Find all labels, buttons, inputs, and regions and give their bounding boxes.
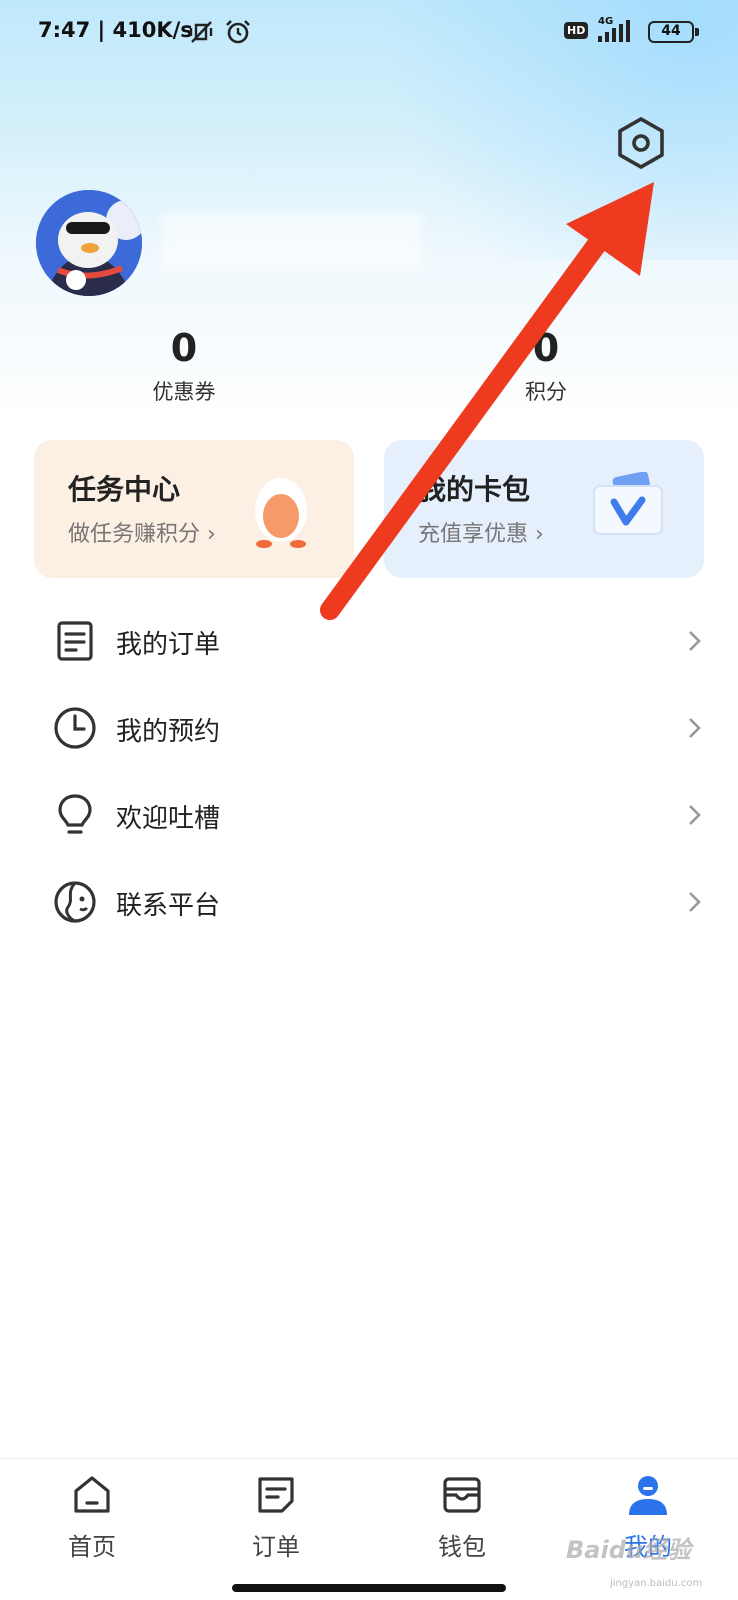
menu-item-contact[interactable]: 联系平台 <box>0 859 738 946</box>
coupons-stat[interactable]: 0 优惠券 <box>104 324 264 406</box>
orders-icon <box>258 1477 294 1513</box>
card-wallet-title: 我的卡包 <box>418 473 531 506</box>
tab-orders[interactable]: 订单 <box>216 1467 336 1567</box>
username-blurred <box>162 212 422 272</box>
status-bar: 7:47 | 410K/s HD 4G 44 <box>0 0 738 64</box>
menu-label: 我的订单 <box>116 630 221 660</box>
tab-home[interactable]: 首页 <box>32 1467 152 1567</box>
tab-label: 订单 <box>252 1533 300 1561</box>
card-wallet-card[interactable]: 我的卡包 充值享优惠 › <box>384 440 704 578</box>
vibrate-mute-icon <box>189 21 213 43</box>
menu-label: 我的预约 <box>116 717 221 747</box>
vip-card-icon <box>593 472 663 535</box>
contact-face-icon <box>54 881 96 923</box>
alarm-icon <box>226 20 250 44</box>
battery-icon: 44 <box>648 21 699 43</box>
task-center-card[interactable]: 任务中心 做任务赚积分 › <box>34 440 354 578</box>
tab-label: 首页 <box>68 1533 116 1561</box>
chevron-right-icon <box>689 805 701 825</box>
penguin-avatar-image <box>36 190 142 296</box>
coupons-count: 0 <box>170 326 198 370</box>
menu-label: 联系平台 <box>116 891 221 921</box>
home-icon <box>74 1476 110 1513</box>
lightbulb-icon <box>58 794 92 834</box>
watermark-url: jingyan.baidu.com <box>610 1578 703 1589</box>
points-stat[interactable]: 0 积分 <box>466 324 626 406</box>
card-wallet-subtitle: 充值享优惠 › <box>418 522 544 547</box>
wallet-icon <box>443 1477 481 1513</box>
coupons-label: 优惠券 <box>152 380 216 404</box>
signal-icon <box>598 20 630 42</box>
settings-icon[interactable] <box>616 116 666 170</box>
tab-wallet[interactable]: 钱包 <box>402 1467 522 1567</box>
clock-icon <box>54 707 96 749</box>
tab-label: 钱包 <box>438 1533 486 1561</box>
egg-mascot-icon <box>255 478 307 548</box>
task-center-title: 任务中心 <box>68 473 181 506</box>
status-time: 7:47 | 410K/s <box>38 18 193 42</box>
chevron-right-icon <box>689 718 701 738</box>
menu-item-my-appointments[interactable]: 我的预约 <box>0 685 738 772</box>
chevron-right-icon <box>689 892 701 912</box>
hd-badge: HD <box>564 22 589 39</box>
points-label: 积分 <box>525 380 567 404</box>
menu-label: 欢迎吐槽 <box>116 804 221 834</box>
menu-list: 我的订单 我的预约 欢迎吐槽 联系平台 <box>0 598 738 946</box>
chevron-right-icon <box>689 631 701 651</box>
points-count: 0 <box>532 326 560 370</box>
home-indicator[interactable] <box>232 1584 506 1592</box>
menu-item-my-orders[interactable]: 我的订单 <box>0 598 738 685</box>
menu-item-feedback[interactable]: 欢迎吐槽 <box>0 772 738 859</box>
order-list-icon <box>57 621 93 661</box>
task-center-subtitle: 做任务赚积分 › <box>68 522 216 547</box>
watermark: Baidu经验 <box>566 1536 691 1564</box>
user-icon <box>629 1476 667 1515</box>
avatar[interactable] <box>36 190 142 296</box>
